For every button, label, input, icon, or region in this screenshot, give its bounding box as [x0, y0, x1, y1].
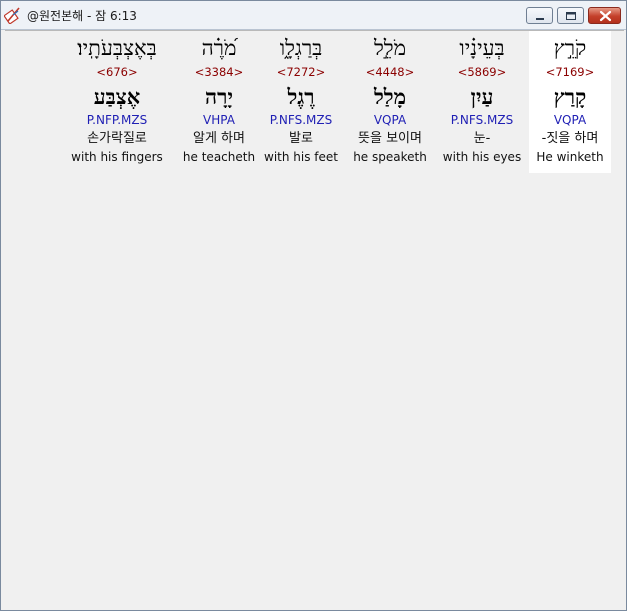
- strong-number[interactable]: <676>: [73, 65, 161, 79]
- morphology-code: VQPA: [553, 113, 587, 127]
- korean-gloss: 알게 하며: [193, 131, 245, 146]
- hebrew-word: מֹ֝רֶ֗ה: [201, 36, 237, 60]
- strong-number[interactable]: <4448>: [349, 65, 431, 79]
- maximize-button[interactable]: [557, 7, 584, 24]
- english-gloss: he speaketh: [353, 150, 427, 164]
- english-gloss: He winketh: [536, 150, 604, 164]
- english-gloss: with his fingers: [71, 150, 163, 164]
- close-icon: [599, 10, 612, 22]
- english-gloss: with his eyes: [442, 150, 522, 164]
- strong-number[interactable]: <7169>: [529, 65, 611, 79]
- hebrew-word: בְּעֵינָ֗יו: [459, 36, 505, 60]
- hebrew-root: עַיִן: [470, 84, 494, 109]
- maximize-icon: [566, 12, 576, 20]
- word-column[interactable]: קֹרֵ֣ץ <7169> קָרַץ VQPA -짓을 하며 He winke…: [529, 31, 611, 173]
- close-button[interactable]: [588, 7, 621, 24]
- hebrew-root: קָרַץ: [553, 84, 587, 109]
- interlinear-panel: קֹרֵ֣ץ <7169> קָרַץ VQPA -짓을 하며 He winke…: [5, 30, 624, 609]
- strong-number[interactable]: <7272>: [260, 65, 342, 79]
- korean-gloss: 눈-: [473, 131, 491, 146]
- korean-gloss: 손가락질로: [87, 131, 147, 146]
- word-column[interactable]: מֹלֵ֣ל <4448> מָלַל VQPA 뜻을 보이며 he speak…: [349, 31, 431, 173]
- korean-gloss: -짓을 하며: [541, 131, 599, 146]
- word-column[interactable]: בְּרַגְלָ֑ו <7272> רֶגֶל P.NFS.MZS 발로 wi…: [260, 31, 342, 173]
- morphology-code: P.NFS.MZS: [269, 113, 333, 127]
- hebrew-word: מֹלֵ֣ל: [373, 36, 407, 60]
- word-column[interactable]: בְּעֵינָ֗יו <5869> עַיִן P.NFS.MZS 눈- wi…: [441, 31, 523, 173]
- hebrew-root: מָלַל: [373, 84, 407, 109]
- korean-gloss: 뜻을 보이며: [358, 131, 422, 146]
- morphology-code: VHPA: [203, 113, 235, 127]
- minimize-button[interactable]: [526, 7, 553, 24]
- strong-number[interactable]: <3384>: [178, 65, 260, 79]
- morphology-code: P.NFP.MZS: [86, 113, 148, 127]
- morphology-code: VQPA: [373, 113, 407, 127]
- hebrew-root: רֶגֶל: [287, 84, 315, 109]
- book-feather-icon: [4, 7, 20, 24]
- strong-number[interactable]: <5869>: [441, 65, 523, 79]
- hebrew-word: קֹרֵ֣ץ: [553, 36, 587, 60]
- title-bar[interactable]: @원전본해 - 잠 6:13: [1, 1, 626, 30]
- hebrew-root: אֶצְבַּע: [93, 84, 141, 109]
- hebrew-word: בְּאֶצְבְּעֹתָֽיו׃: [77, 36, 157, 60]
- hebrew-root: יָרָה: [205, 84, 233, 109]
- hebrew-word: בְּרַגְלָ֑ו: [279, 36, 323, 60]
- app-window: @원전본해 - 잠 6:13 קֹרֵ֣ץ <7169> קָרַץ VQPA …: [0, 0, 627, 611]
- minimize-icon: [536, 18, 544, 20]
- word-column[interactable]: בְּאֶצְבְּעֹתָֽיו׃ <676> אֶצְבַּע P.NFP.…: [71, 31, 163, 173]
- english-gloss: he teacheth: [182, 150, 256, 164]
- window-title: @원전본해 - 잠 6:13: [27, 9, 137, 23]
- word-column[interactable]: מֹ֝רֶ֗ה <3384> יָרָה VHPA 알게 하며 he teach…: [178, 31, 260, 173]
- morphology-code: P.NFS.MZS: [450, 113, 514, 127]
